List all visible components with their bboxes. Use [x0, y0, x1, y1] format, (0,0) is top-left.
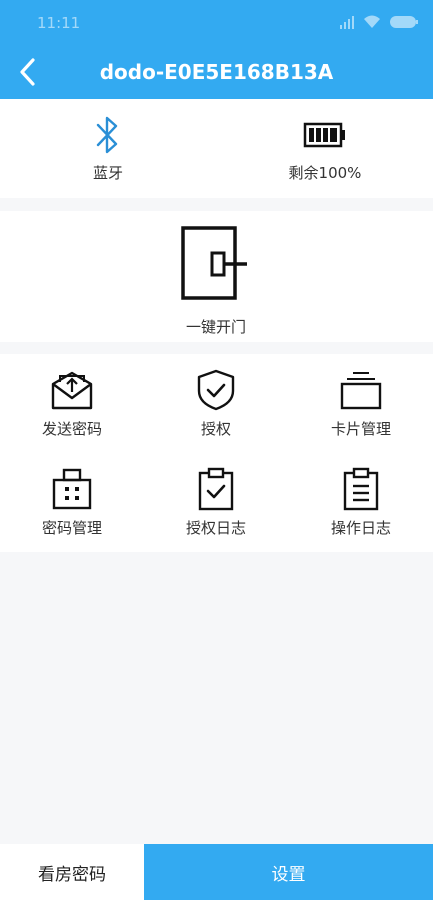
authorization-log-button[interactable]: 授权日志	[144, 453, 288, 552]
wifi-icon	[363, 14, 381, 33]
open-door-button[interactable]: 一键开门	[166, 221, 266, 336]
keypad-icon	[0, 467, 144, 511]
chevron-left-icon	[20, 58, 35, 86]
card-management-button[interactable]: 卡片管理	[289, 354, 433, 453]
status-time: 11:11	[37, 14, 81, 32]
password-management-button[interactable]: 密码管理	[0, 453, 144, 552]
menu-label: 密码管理	[41, 519, 102, 537]
menu-label: 发送密码	[41, 420, 102, 438]
view-house-password-button[interactable]: 看房密码	[0, 844, 144, 900]
send-envelope-icon	[0, 368, 144, 412]
open-door-card: 一键开门	[0, 211, 433, 342]
door-icon	[166, 224, 266, 314]
battery-status: 剩余100%	[217, 99, 433, 198]
battery-label: 剩余100%	[288, 164, 362, 182]
menu-label: 操作日志	[330, 519, 391, 537]
clipboard-list-icon	[289, 467, 433, 511]
bluetooth-icon	[0, 115, 216, 155]
signal-icon	[339, 14, 355, 33]
send-password-button[interactable]: 发送密码	[0, 354, 144, 453]
settings-button[interactable]: 设置	[144, 844, 433, 900]
status-icons	[339, 14, 419, 32]
authorize-button[interactable]: 授权	[144, 354, 288, 453]
page-title: dodo-E0E5E168B13A	[99, 60, 334, 84]
battery-full-icon	[217, 115, 433, 155]
menu-label: 授权	[200, 420, 231, 438]
operation-log-button[interactable]: 操作日志	[289, 453, 433, 552]
open-door-label: 一键开门	[185, 318, 246, 336]
app-header: 11:11 dodo-E0E5E168B13A	[0, 0, 433, 99]
title-bar: dodo-E0E5E168B13A	[0, 46, 433, 99]
battery-icon	[389, 14, 419, 33]
back-button[interactable]	[8, 52, 48, 92]
shield-check-icon	[144, 368, 288, 412]
bluetooth-label: 蓝牙	[92, 164, 123, 182]
status-bar: 11:11	[0, 0, 433, 46]
bottom-action-bar: 看房密码 设置	[0, 844, 433, 900]
menu-grid: 发送密码 授权 卡片管理 密码管理 授权日志 操作日志	[0, 354, 433, 552]
bluetooth-status[interactable]: 蓝牙	[0, 99, 216, 198]
menu-label: 授权日志	[185, 519, 246, 537]
device-info-card: 蓝牙 剩余100%	[0, 99, 433, 198]
clipboard-check-icon	[144, 467, 288, 511]
card-stack-icon	[289, 368, 433, 412]
menu-label: 卡片管理	[330, 420, 391, 438]
